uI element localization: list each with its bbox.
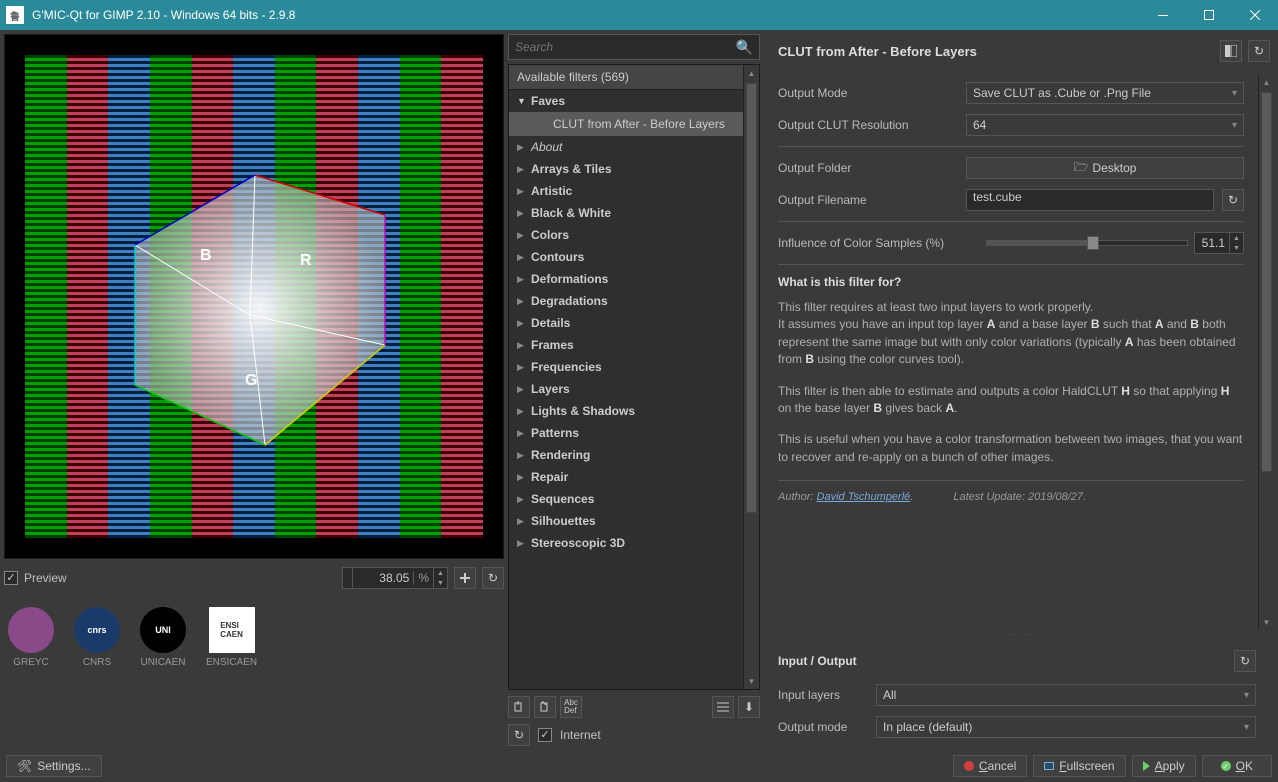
collapse-all-icon[interactable]: ⬇ [738, 696, 760, 718]
tree-header: Available filters (569) [509, 65, 743, 90]
maximize-button[interactable] [1186, 0, 1232, 30]
zoom-down[interactable]: ▼ [433, 578, 447, 588]
output-mode-io-select[interactable]: In place (default) [876, 716, 1256, 738]
tree-cat[interactable]: ▶Artistic [509, 180, 743, 202]
tree-cat[interactable]: ▶Layers [509, 378, 743, 400]
output-mode-label: Output Mode [778, 86, 958, 100]
window-title: G'MIC-Qt for GIMP 2.10 - Windows 64 bits… [32, 8, 1140, 22]
description-text-2: This filter is then able to estimate and… [778, 383, 1244, 418]
logos: GREYC cnrsCNRS UNIUNICAEN ENSICAENENSICA… [4, 607, 504, 668]
zoom-fit-icon[interactable] [454, 567, 476, 589]
input-layers-select[interactable]: All [876, 684, 1256, 706]
internet-label: Internet [560, 728, 601, 742]
description-text: This filter requires at least two input … [778, 299, 1244, 369]
description-text-3: This is useful when you have a color tra… [778, 431, 1244, 466]
screen-icon [1044, 762, 1054, 770]
greyc-logo [8, 607, 54, 653]
update-filters-icon[interactable]: ↻ [508, 724, 530, 746]
bottom-bar: 🛠Settings... Cancel Fullscreen Apply OK [0, 750, 1278, 782]
output-mode-select[interactable]: Save CLUT as .Cube or .Png File [966, 82, 1244, 104]
tree-faves[interactable]: ▼Faves [509, 90, 743, 112]
unicaen-logo: UNI [140, 607, 186, 653]
zoom-up[interactable]: ▲ [433, 568, 447, 578]
folder-label: Output Folder [778, 161, 958, 175]
tree-cat[interactable]: ▶Stereoscopic 3D [509, 532, 743, 554]
influence-label: Influence of Color Samples (%) [778, 236, 978, 250]
search-input[interactable] [515, 40, 736, 54]
scroll-up-icon[interactable]: ▲ [1259, 74, 1274, 90]
clut-res-label: Output CLUT Resolution [778, 118, 958, 132]
tree-cat[interactable]: ▶Silhouettes [509, 510, 743, 532]
folder-button[interactable]: 🗁Desktop [966, 157, 1244, 179]
apply-button[interactable]: Apply [1132, 755, 1196, 777]
filter-tree[interactable]: Available filters (569) ▼Faves CLUT from… [509, 65, 743, 689]
settings-button[interactable]: 🛠Settings... [6, 755, 102, 777]
scroll-down-icon[interactable]: ▼ [744, 673, 759, 689]
tree-cat[interactable]: ▶Deformations [509, 268, 743, 290]
panel-layout-icon[interactable] [1220, 40, 1242, 62]
preview-bars [25, 55, 483, 538]
splitter-handle[interactable]: ······ [764, 630, 1274, 638]
scroll-thumb[interactable] [746, 83, 757, 513]
meta-row: Author: David Tschumperlé. Latest Update… [778, 491, 1244, 503]
filename-label: Output Filename [778, 193, 958, 207]
cnrs-logo: cnrs [74, 607, 120, 653]
search-icon[interactable]: 🔍 [736, 39, 753, 56]
clut-res-select[interactable]: 64 [966, 114, 1244, 136]
tree-cat[interactable]: ▶Contours [509, 246, 743, 268]
tree-cat[interactable]: ▶Black & White [509, 202, 743, 224]
folder-icon: 🗁 [1074, 158, 1089, 179]
preview-area[interactable]: B R G [4, 34, 504, 559]
expand-all-icon[interactable] [712, 696, 734, 718]
app-icon: 鲁 [6, 6, 24, 24]
what-is-heading: What is this filter for? [778, 275, 1244, 289]
remove-fave-icon[interactable] [534, 696, 556, 718]
ensicaen-logo: ENSICAEN [209, 607, 255, 653]
output-mode-io-label: Output mode [778, 720, 868, 734]
reset-params-icon[interactable]: ↻ [1248, 40, 1270, 62]
titlebar: 鲁 G'MIC-Qt for GIMP 2.10 - Windows 64 bi… [0, 0, 1278, 30]
cancel-button[interactable]: Cancel [953, 755, 1027, 777]
scroll-thumb[interactable] [1261, 92, 1272, 472]
author-link[interactable]: David Tschumperlé [817, 491, 911, 503]
search-box[interactable]: 🔍 [508, 34, 760, 60]
scroll-down-icon[interactable]: ▼ [1259, 614, 1274, 630]
filter-title: CLUT from After - Before Layers [778, 44, 1214, 59]
minimize-button[interactable] [1140, 0, 1186, 30]
refresh-preview-icon[interactable]: ↻ [482, 567, 504, 589]
wrench-icon: 🛠 [17, 759, 32, 773]
tree-cat[interactable]: ▶Frames [509, 334, 743, 356]
influence-slider[interactable] [986, 240, 1188, 246]
tree-cat[interactable]: ▶Frequencies [509, 356, 743, 378]
zoom-input[interactable]: 38.05 % ▲▼ [342, 567, 448, 589]
tree-cat-about[interactable]: ▶About [509, 136, 743, 158]
tree-selected-filter[interactable]: CLUT from After - Before Layers [509, 112, 743, 136]
scroll-up-icon[interactable]: ▲ [744, 65, 759, 81]
preview-checkbox[interactable] [4, 571, 18, 585]
io-title: Input / Output [778, 654, 1234, 668]
influence-value[interactable]: 51.1▲▼ [1194, 232, 1244, 254]
tree-cat[interactable]: ▶Arrays & Tiles [509, 158, 743, 180]
tree-cat[interactable]: ▶Rendering [509, 444, 743, 466]
tree-cat[interactable]: ▶Degradations [509, 290, 743, 312]
add-fave-icon[interactable] [508, 696, 530, 718]
rename-fave-icon[interactable]: AbcDef [560, 696, 582, 718]
fullscreen-button[interactable]: Fullscreen [1033, 755, 1125, 777]
ok-button[interactable]: OK [1202, 755, 1272, 777]
close-button[interactable] [1232, 0, 1278, 30]
filename-input[interactable]: test.cube [966, 189, 1214, 211]
filename-reset-icon[interactable]: ↻ [1222, 189, 1244, 211]
io-reset-icon[interactable]: ↻ [1234, 650, 1256, 672]
preview-label: Preview [24, 571, 67, 585]
tree-cat[interactable]: ▶Details [509, 312, 743, 334]
tree-cat[interactable]: ▶Colors [509, 224, 743, 246]
tree-cat[interactable]: ▶Lights & Shadows [509, 400, 743, 422]
params-scrollbar[interactable]: ▲ ▼ [1258, 74, 1274, 630]
tree-cat[interactable]: ▶Sequences [509, 488, 743, 510]
tree-cat[interactable]: ▶Repair [509, 466, 743, 488]
tree-cat[interactable]: ▶Patterns [509, 422, 743, 444]
input-layers-label: Input layers [778, 688, 868, 702]
tree-scrollbar[interactable]: ▲ ▼ [743, 65, 759, 689]
internet-checkbox[interactable] [538, 728, 552, 742]
